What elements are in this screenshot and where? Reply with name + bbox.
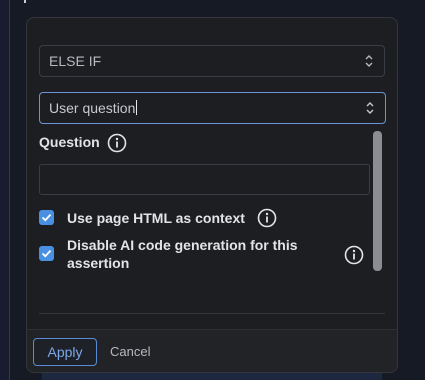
top-tick-mark bbox=[24, 0, 26, 3]
condition-operator-value: ELSE IF bbox=[49, 53, 102, 69]
cancel-button[interactable]: Cancel bbox=[110, 344, 150, 360]
assertion-type-select[interactable]: User question bbox=[39, 92, 386, 124]
background-strip bbox=[42, 373, 382, 380]
condition-operator-select[interactable]: ELSE IF bbox=[39, 45, 385, 77]
page-html-info-icon[interactable] bbox=[257, 208, 277, 228]
scrollbar-thumb[interactable] bbox=[373, 131, 382, 271]
checkmark-icon bbox=[41, 249, 52, 258]
page-html-context-checkbox[interactable] bbox=[39, 210, 54, 225]
text-caret bbox=[136, 100, 138, 115]
page-html-context-label: Use page HTML as context bbox=[67, 210, 245, 226]
disable-ai-codegen-label: Disable AI code generation for this asse… bbox=[67, 237, 298, 271]
question-input[interactable] bbox=[39, 164, 370, 195]
disable-ai-info-icon[interactable] bbox=[344, 245, 364, 265]
panel-footer: Apply Cancel bbox=[27, 329, 397, 372]
question-info-icon[interactable] bbox=[107, 133, 127, 153]
disable-ai-codegen-checkbox[interactable] bbox=[39, 246, 54, 261]
apply-button[interactable]: Apply bbox=[33, 338, 97, 366]
chevron-updown-icon bbox=[366, 102, 374, 114]
left-edge-panel bbox=[0, 0, 10, 380]
section-divider bbox=[39, 313, 385, 314]
checkmark-icon bbox=[41, 213, 52, 222]
chevron-updown-icon bbox=[365, 55, 373, 67]
assertion-editor-panel: ELSE IF User question Question Use page … bbox=[26, 17, 398, 373]
question-label: Question bbox=[39, 134, 100, 150]
assertion-type-value: User question bbox=[49, 100, 136, 116]
